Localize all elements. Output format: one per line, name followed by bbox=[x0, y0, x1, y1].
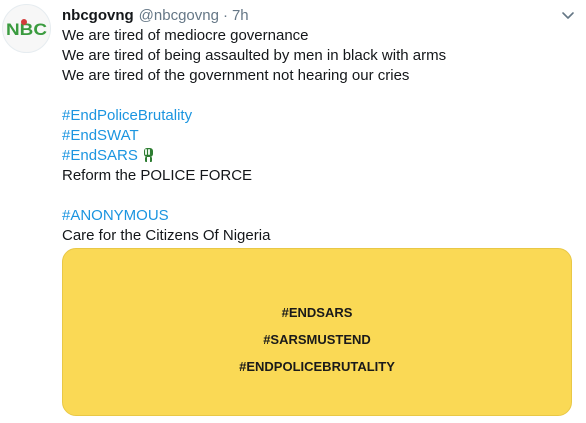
hashtag-line: #EndSARS bbox=[62, 146, 572, 166]
user-handle[interactable]: @nbcgovng bbox=[139, 7, 219, 24]
tweet-text-line: We are tired of the government not heari… bbox=[62, 67, 410, 84]
tweet-text-line: We are tired of mediocre governance bbox=[62, 27, 309, 44]
timestamp[interactable]: 7h bbox=[232, 7, 249, 24]
hashtag-endpolicebrutality[interactable]: #EndPoliceBrutality bbox=[62, 107, 192, 124]
hashtag-endsars[interactable]: #EndSARS bbox=[62, 147, 138, 164]
media-card[interactable]: #ENDSARS #SARSMUSTEND #ENDPOLICEBRUTALIT… bbox=[62, 248, 572, 416]
card-line: #ENDSARS bbox=[281, 305, 353, 320]
hashtag-anonymous[interactable]: #ANONYMOUS bbox=[62, 207, 169, 224]
hashtag-line: #EndPoliceBrutality bbox=[62, 106, 572, 126]
hashtag-endswat[interactable]: #EndSWAT bbox=[62, 127, 139, 144]
avatar[interactable]: NBC bbox=[2, 4, 51, 53]
chevron-down-icon[interactable] bbox=[559, 7, 577, 25]
hashtag-line: #EndSWAT bbox=[62, 126, 572, 146]
tweet-body: We are tired of mediocre governance We a… bbox=[62, 26, 572, 246]
tweet-text-line: Reform the POLICE FORCE bbox=[62, 167, 253, 184]
tweet-text-line: We are tired of being assaulted by men i… bbox=[62, 47, 447, 64]
card-line: #ENDPOLICEBRUTALITY bbox=[239, 359, 395, 374]
tweet-header: nbcgovng @nbcgovng · 7h bbox=[62, 5, 249, 25]
hashtag-line: #ANONYMOUS bbox=[62, 206, 572, 226]
separator-dot: · bbox=[222, 6, 228, 24]
display-name[interactable]: nbcgovng bbox=[62, 7, 134, 24]
tweet: NBC nbcgovng @nbcgovng · 7h We are tired… bbox=[0, 0, 586, 423]
tweet-text-line: Care for the Citizens Of Nigeria bbox=[62, 227, 271, 244]
card-text: #ENDSARS #SARSMUSTEND #ENDPOLICEBRUTALIT… bbox=[63, 299, 571, 380]
card-line: #SARSMUSTEND bbox=[263, 332, 371, 347]
